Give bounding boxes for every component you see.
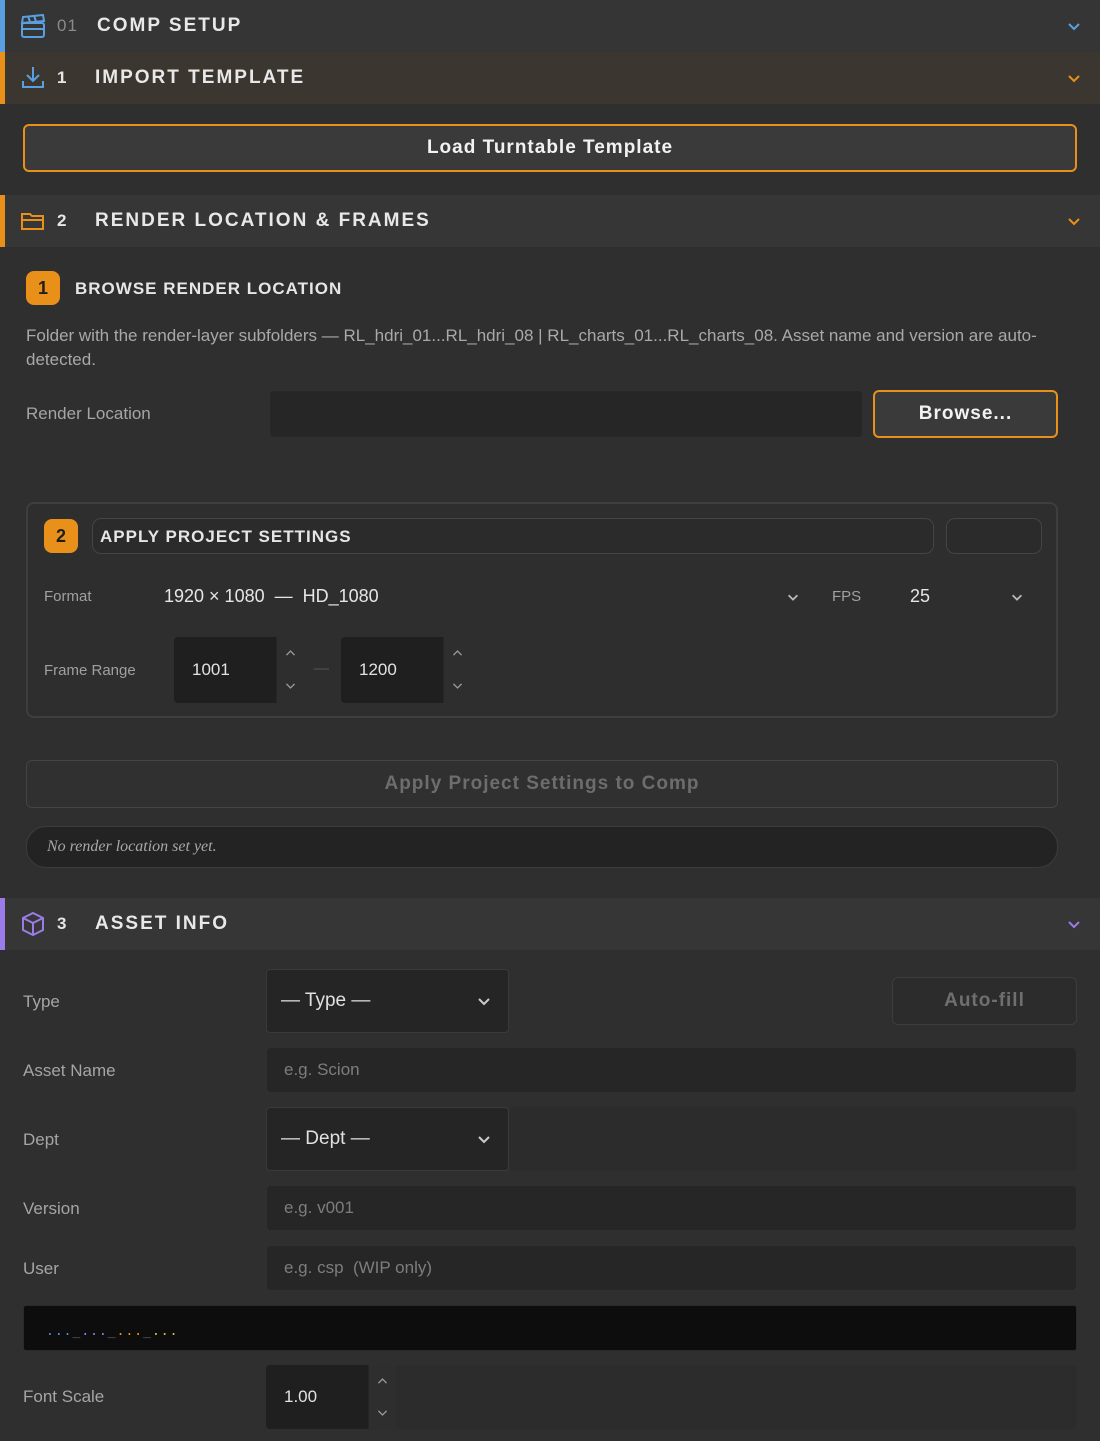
chevron-down-icon[interactable]: [1010, 590, 1024, 604]
preview-part: _: [72, 1324, 82, 1339]
section-header-import-template[interactable]: 1 IMPORT TEMPLATE: [0, 52, 1100, 104]
render-location-input[interactable]: [269, 390, 863, 438]
version-label: Version: [23, 1199, 80, 1218]
chevron-up-icon[interactable]: [284, 647, 297, 660]
fps-label: FPS: [832, 588, 862, 605]
browse-title: BROWSE RENDER LOCATION: [75, 279, 343, 298]
status-text: No render location set yet.: [47, 838, 217, 855]
browse-button[interactable]: Browse...: [873, 390, 1058, 438]
type-label: Type: [23, 992, 60, 1011]
frame-start-value: 1001: [192, 660, 230, 679]
apply-project-settings-button[interactable]: Apply Project Settings to Comp: [26, 760, 1058, 808]
font-scale-stepper[interactable]: [368, 1365, 396, 1429]
section-title: COMP SETUP: [97, 15, 243, 36]
chevron-up-icon[interactable]: [451, 647, 464, 660]
frame-range-separator: —: [314, 660, 329, 677]
dept-select[interactable]: — Dept —: [266, 1107, 509, 1171]
frame-end-spinbox[interactable]: 1200: [341, 637, 471, 703]
section-number: 2: [57, 211, 68, 230]
chevron-down-icon[interactable]: [1066, 213, 1082, 229]
step-badge: 2: [44, 519, 78, 553]
asset-name-label: Asset Name: [23, 1061, 116, 1080]
chevron-down-icon[interactable]: [284, 679, 297, 692]
frame-start-spinbox[interactable]: 1001: [174, 637, 304, 703]
section-header-asset-info[interactable]: 3 ASSET INFO: [0, 898, 1100, 950]
user-placeholder: e.g. csp (WIP only): [284, 1258, 433, 1277]
load-turntable-template-button[interactable]: Load Turntable Template: [23, 124, 1077, 172]
browse-description: Folder with the render-layer subfolders …: [26, 326, 1037, 369]
version-placeholder: e.g. v001: [284, 1198, 354, 1217]
user-input[interactable]: e.g. csp (WIP only): [266, 1245, 1077, 1291]
dept-row-background: [509, 1107, 1077, 1171]
font-scale-label: Font Scale: [23, 1387, 105, 1406]
dept-value: — Dept —: [281, 1128, 370, 1149]
chevron-down-icon: [478, 1136, 490, 1144]
section-number: 3: [57, 914, 68, 933]
asset-name-input[interactable]: e.g. Scion: [266, 1047, 1077, 1093]
chevron-down-icon: [478, 998, 490, 1006]
frame-range-label: Frame Range: [44, 662, 136, 679]
section-number: 01: [57, 16, 78, 35]
dept-label: Dept: [23, 1130, 59, 1149]
chevron-down-icon[interactable]: [1066, 916, 1082, 932]
filename-preview-text: ..._..._..._...: [46, 1324, 178, 1339]
preview-part: ...: [81, 1324, 108, 1339]
chevron-down-icon[interactable]: [1066, 70, 1082, 86]
frame-start-stepper[interactable]: [276, 637, 304, 703]
fps-select[interactable]: 25: [910, 586, 930, 607]
section-title: RENDER LOCATION & FRAMES: [95, 210, 431, 231]
cube-icon: [22, 911, 44, 937]
project-settings-title: APPLY PROJECT SETTINGS: [100, 527, 352, 546]
font-scale-row-background: [395, 1365, 1077, 1429]
version-input[interactable]: e.g. v001: [266, 1185, 1077, 1231]
preview-part: ...: [116, 1324, 144, 1339]
type-value: — Type —: [281, 990, 371, 1011]
asset-name-placeholder: e.g. Scion: [284, 1060, 360, 1079]
download-icon: [22, 67, 44, 88]
preview-part: ...: [46, 1324, 73, 1339]
preview-part: _: [107, 1324, 117, 1339]
chevron-down-icon[interactable]: [451, 679, 464, 692]
filename-preview: ..._..._..._...: [23, 1305, 1077, 1351]
folder-icon: [21, 213, 44, 230]
preview-part: ...: [151, 1324, 179, 1339]
section-header-comp-setup[interactable]: 01 COMP SETUP: [0, 0, 1100, 52]
chevron-down-icon[interactable]: [376, 1406, 389, 1419]
section-title: ASSET INFO: [95, 913, 230, 934]
render-location-label: Render Location: [26, 404, 151, 423]
step-badge: 1: [26, 271, 60, 305]
user-label: User: [23, 1259, 59, 1278]
auto-fill-button[interactable]: Auto-fill: [892, 977, 1077, 1025]
font-scale-spinbox[interactable]: 1.00: [266, 1365, 396, 1429]
font-scale-value: 1.00: [284, 1387, 318, 1406]
chevron-down-icon[interactable]: [1066, 18, 1082, 34]
frame-end-value: 1200: [359, 660, 397, 679]
section-number: 1: [57, 68, 68, 87]
project-settings-aux-pill: [946, 518, 1042, 554]
chevron-up-icon[interactable]: [376, 1375, 389, 1388]
project-settings-panel: 2 APPLY PROJECT SETTINGS Format 1920 × 1…: [26, 502, 1058, 718]
preview-part: _: [143, 1324, 152, 1339]
status-message: No render location set yet.: [26, 826, 1058, 868]
format-select[interactable]: 1920 × 1080 — HD_1080: [164, 586, 379, 607]
chevron-down-icon[interactable]: [786, 590, 800, 604]
type-select[interactable]: — Type —: [266, 969, 509, 1033]
section-header-render-location[interactable]: 2 RENDER LOCATION & FRAMES: [0, 195, 1100, 247]
frame-end-stepper[interactable]: [443, 637, 471, 703]
format-label: Format: [44, 588, 92, 605]
section-title: IMPORT TEMPLATE: [95, 67, 306, 88]
clapperboard-icon: [20, 13, 46, 38]
